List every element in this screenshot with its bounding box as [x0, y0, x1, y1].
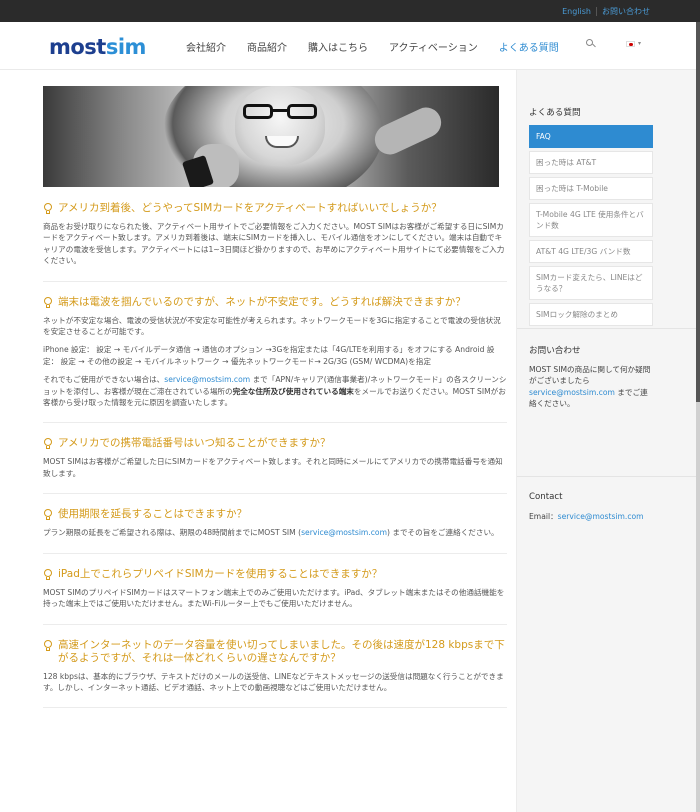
nav-activation[interactable]: アクティベーション	[389, 39, 478, 54]
faq-answer: プラン期限の延長をご希望される際は、期限の48時間前までにMOST SIM (s…	[43, 528, 499, 538]
faq-item: iPad上でこれらプリペイドSIMカードを使用することはできますか？ MOST …	[43, 568, 507, 625]
faq-item: 使用期限を延長することはできますか？ プラン期限の延長をご希望される際は、期限の…	[43, 508, 507, 554]
faq-list: アメリカ到着後、どうやってSIMカードをアクティベートすればいいでしょうか？ 商…	[43, 202, 507, 722]
sidebar-item-tmobile[interactable]: 困った時は T-Mobile	[529, 177, 653, 200]
faq-item: アメリカでの携帯電話番号はいつ知ることができますか？ MOST SIMはお客様が…	[43, 437, 507, 495]
lightbulb-icon	[43, 296, 53, 309]
site-header: mostsim 会社紹介 商品紹介 購入はこちら アクティベーション よくある質…	[0, 22, 696, 70]
mostsim-logo[interactable]: mostsim	[49, 35, 146, 59]
sidebar-item-att[interactable]: 困った時は AT&T	[529, 151, 653, 174]
faq-answer: ネットが不安定な場合、電波の受信状況が不安定な可能性が考えられます。ネットワーク…	[43, 315, 507, 408]
lightbulb-icon	[43, 568, 53, 581]
faq-item: 端末は電波を掴んでいるのですが、ネットが不安定です。どうすれば解決できますか？ …	[43, 296, 507, 424]
sidebar-email-link[interactable]: service@mostsim.com	[529, 388, 615, 397]
sidebar-contact2-title: Contact	[529, 492, 563, 502]
faq-answer: MOST SIMのプリペイドSIMカードはスマートフォン端末上でのみご使用いただ…	[43, 587, 505, 609]
faq-question: 使用期限を延長することはできますか？	[43, 508, 507, 521]
sidebar-faq-title: よくある質問	[529, 108, 581, 118]
sidebar-menu: FAQ 困った時は AT&T 困った時は T-Mobile T-Mobile 4…	[529, 125, 653, 329]
faq-question: 端末は電波を掴んでいるのですが、ネットが不安定です。どうすれば解決できますか？	[43, 296, 507, 309]
faq-question: アメリカ到着後、どうやってSIMカードをアクティベートすればいいでしょうか？	[43, 202, 507, 215]
faq-answer: MOST SIMはお客様がご希望した日にSIMカードをアクティベート致します。そ…	[43, 457, 503, 478]
email-link[interactable]: service@mostsim.com	[301, 528, 387, 537]
english-link[interactable]: English	[562, 7, 591, 16]
faq-item: アメリカ到着後、どうやってSIMカードをアクティベートすればいいでしょうか？ 商…	[43, 202, 507, 282]
top-link-separator	[596, 7, 597, 16]
nav-products[interactable]: 商品紹介	[247, 39, 287, 54]
sidebar-email-link-2[interactable]: service@mostsim.com	[558, 512, 644, 521]
main-nav: 会社紹介 商品紹介 購入はこちら アクティベーション よくある質問	[186, 39, 596, 54]
hero-image	[43, 86, 499, 187]
lightbulb-icon	[43, 203, 53, 215]
sidebar-contact2-text: Email：service@mostsim.com	[529, 512, 644, 521]
top-bar: English お問い合わせ	[0, 0, 700, 22]
email-link[interactable]: service@mostsim.com	[164, 375, 250, 384]
scrollbar-thumb[interactable]	[696, 22, 700, 402]
sidebar-divider	[517, 328, 697, 329]
sidebar-item-tmobile-lte[interactable]: T-Mobile 4G LTE 使用条件とバンド数	[529, 203, 653, 237]
sidebar-item-att-bands[interactable]: AT&T 4G LTE/3G バンド数	[529, 240, 653, 263]
top-links: English お問い合わせ	[562, 6, 650, 17]
lightbulb-icon	[43, 438, 53, 450]
sidebar: よくある質問 FAQ 困った時は AT&T 困った時は T-Mobile T-M…	[516, 70, 697, 812]
sidebar-divider	[517, 476, 697, 477]
contact-link[interactable]: お問い合わせ	[602, 6, 650, 17]
nav-purchase[interactable]: 購入はこちら	[308, 39, 368, 54]
faq-question: アメリカでの携帯電話番号はいつ知ることができますか？	[43, 437, 507, 450]
sidebar-item-line[interactable]: SIMカード変えたら、LINEはどうなる？	[529, 266, 653, 300]
lightbulb-icon	[43, 509, 53, 521]
page: mostsim 会社紹介 商品紹介 購入はこちら アクティベーション よくある質…	[0, 22, 697, 812]
sidebar-item-simlock[interactable]: SIMロック解除のまとめ	[529, 303, 653, 326]
sidebar-item-faq[interactable]: FAQ	[529, 125, 653, 148]
lightbulb-icon	[43, 639, 53, 652]
japan-flag-icon[interactable]	[626, 41, 635, 47]
nav-company[interactable]: 会社紹介	[186, 39, 226, 54]
sidebar-contact-text: MOST SIMの商品に関して何か疑問がございましたらservice@mosts…	[529, 365, 651, 409]
sidebar-contact-title: お問い合わせ	[529, 346, 581, 356]
faq-answer: 128 kbpsは、基本的にブラウザ、テキストだけのメールの送受信、LINEなど…	[43, 671, 504, 692]
faq-item: 高速インターネットのデータ容量を使い切ってしまいました。その後は速度が128 k…	[43, 639, 507, 709]
logo-part-sim: sim	[105, 35, 147, 59]
scrollbar[interactable]	[696, 22, 700, 812]
chevron-down-icon[interactable]: ▾	[638, 40, 641, 47]
search-icon[interactable]	[586, 39, 596, 49]
faq-question: 高速インターネットのデータ容量を使い切ってしまいました。その後は速度が128 k…	[43, 639, 507, 665]
logo-part-most: most	[49, 35, 106, 59]
nav-faq[interactable]: よくある質問	[499, 39, 559, 54]
faq-answer: 商品をお受け取りになられた後、アクティベート用サイトでご必要情報をご入力ください…	[43, 222, 505, 266]
faq-question: iPad上でこれらプリペイドSIMカードを使用することはできますか？	[43, 568, 507, 581]
